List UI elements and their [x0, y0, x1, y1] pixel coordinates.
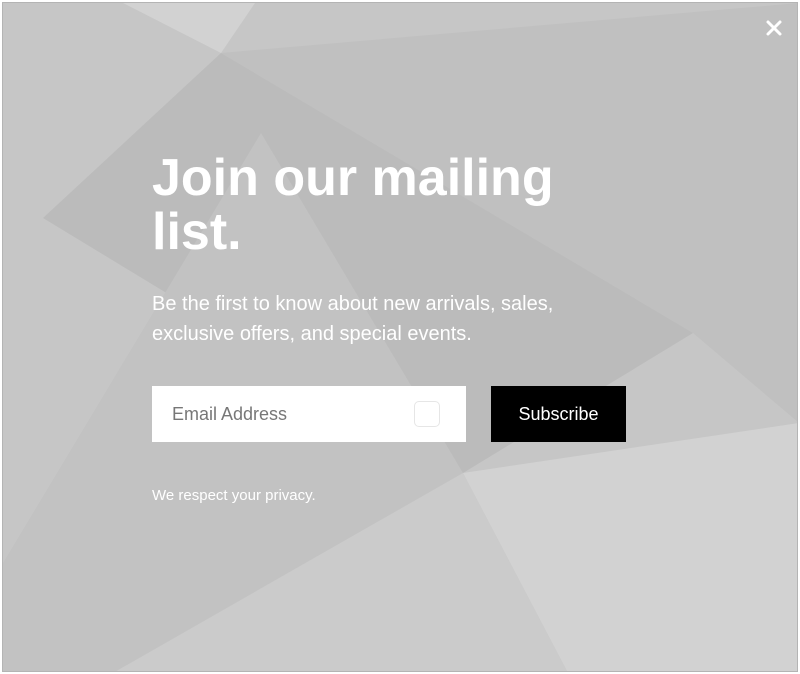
privacy-note: We respect your privacy.: [152, 487, 316, 504]
popup-heading: Join our mailing list.: [152, 149, 554, 261]
subscribe-form: Subscribe: [152, 386, 632, 442]
popup-subtitle: Be the first to know about new arrivals,…: [152, 293, 554, 345]
subscribe-button[interactable]: Subscribe: [491, 386, 626, 442]
mailing-list-popup: Join our mailing list. Be the first to k…: [2, 2, 798, 672]
email-field: [152, 386, 466, 442]
autofill-icon[interactable]: [414, 401, 440, 427]
close-button[interactable]: [761, 15, 787, 41]
close-icon: [766, 20, 782, 36]
popup-content: Join our mailing list. Be the first to k…: [152, 149, 652, 504]
